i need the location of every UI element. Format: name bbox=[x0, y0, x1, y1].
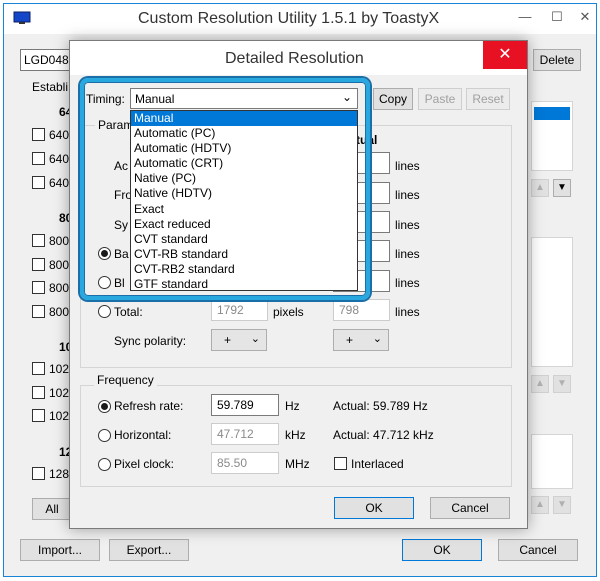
monitor-select-value: LGD048 bbox=[24, 53, 69, 67]
unit-label: lines bbox=[395, 159, 420, 173]
total-lines-field[interactable]: 798 bbox=[333, 299, 390, 321]
horizontal-radio[interactable] bbox=[98, 429, 111, 442]
checkbox[interactable] bbox=[32, 281, 45, 294]
import-button[interactable]: Import... bbox=[20, 539, 100, 561]
horizontal-field[interactable]: 47.712 bbox=[211, 423, 279, 445]
refresh-rate-field[interactable]: 59.789 bbox=[211, 394, 279, 416]
h-polarity-select[interactable]: + ⌄ bbox=[211, 329, 267, 351]
checkbox[interactable] bbox=[32, 234, 45, 247]
h-polarity-value: + bbox=[224, 333, 232, 347]
paste-button[interactable]: Paste bbox=[418, 88, 462, 110]
refresh-rate-radio[interactable] bbox=[98, 400, 111, 413]
pixel-clock-radio[interactable] bbox=[98, 458, 111, 471]
move-up-icon[interactable]: ▲ bbox=[531, 375, 549, 393]
main-cancel-button[interactable]: Cancel bbox=[498, 539, 578, 561]
close-icon[interactable]: ✕ bbox=[570, 4, 600, 30]
pixel-clock-unit: MHz bbox=[285, 457, 310, 471]
checkbox-label: 640 bbox=[49, 176, 70, 190]
maximize-icon[interactable]: ☐ bbox=[542, 4, 572, 30]
checkbox[interactable] bbox=[32, 258, 45, 271]
total-radio[interactable] bbox=[98, 305, 111, 318]
sync-polarity-label: Sync polarity: bbox=[114, 334, 187, 348]
total-lines-unit: lines bbox=[395, 305, 420, 319]
checkbox[interactable] bbox=[32, 386, 45, 399]
pixel-clock-label: Pixel clock: bbox=[114, 457, 175, 471]
refresh-rate-unit: Hz bbox=[285, 399, 300, 413]
selected-list-row[interactable] bbox=[534, 107, 570, 120]
all-button[interactable]: All bbox=[32, 498, 72, 520]
checkbox-label: 102 bbox=[49, 386, 70, 400]
move-down-icon[interactable]: ▼ bbox=[553, 496, 571, 514]
total-label: Total: bbox=[114, 305, 143, 319]
checkbox-label: 640 bbox=[49, 128, 70, 142]
resolution-list[interactable] bbox=[531, 101, 573, 171]
checkbox-label: 128 bbox=[49, 467, 70, 481]
checkbox-label: 102 bbox=[49, 409, 70, 423]
checkbox[interactable] bbox=[32, 128, 45, 141]
checkbox-label: 800 bbox=[49, 305, 70, 319]
total-pixels-unit: pixels bbox=[273, 305, 304, 319]
extension-list[interactable] bbox=[531, 237, 573, 367]
dialog-ok-button[interactable]: OK bbox=[334, 497, 414, 519]
copy-button[interactable]: Copy bbox=[373, 88, 413, 110]
established-label: Establi bbox=[32, 80, 69, 94]
pixel-clock-field[interactable]: 85.50 bbox=[211, 452, 279, 474]
horizontal-label: Horizontal: bbox=[114, 428, 172, 442]
move-down-icon[interactable]: ▼ bbox=[553, 375, 571, 393]
chevron-down-icon: ⌄ bbox=[250, 333, 260, 345]
dialog-cancel-button[interactable]: Cancel bbox=[430, 497, 510, 519]
dialog-titlebar: Detailed Resolution ✕ bbox=[70, 41, 527, 75]
unit-label: lines bbox=[395, 276, 420, 290]
move-up-icon[interactable]: ▲ bbox=[531, 496, 549, 514]
checkbox[interactable] bbox=[32, 362, 45, 375]
frequency-label: Frequency bbox=[94, 373, 157, 387]
v-polarity-select[interactable]: + ⌄ bbox=[333, 329, 389, 351]
horizontal-actual: Actual: 47.712 kHz bbox=[333, 428, 434, 442]
checkbox-label: 800 bbox=[49, 234, 70, 248]
app-title: Custom Resolution Utility 1.5.1 by Toast… bbox=[138, 10, 440, 27]
refresh-rate-label: Refresh rate: bbox=[114, 399, 184, 413]
monitor-select[interactable]: LGD048 bbox=[20, 49, 72, 71]
move-down-icon[interactable]: ▼ bbox=[553, 179, 571, 197]
v-polarity-value: + bbox=[346, 333, 354, 347]
checkbox-label: 800 bbox=[49, 258, 70, 272]
checkbox-label: 800 bbox=[49, 281, 70, 295]
interlaced-checkbox[interactable] bbox=[334, 457, 347, 470]
export-button[interactable]: Export... bbox=[109, 539, 189, 561]
horizontal-unit: kHz bbox=[285, 428, 306, 442]
checkbox[interactable] bbox=[32, 409, 45, 422]
unit-label: lines bbox=[395, 247, 420, 261]
app-icon bbox=[13, 11, 31, 25]
tv-list[interactable] bbox=[531, 434, 573, 489]
close-icon[interactable]: ✕ bbox=[483, 41, 527, 69]
main-ok-button[interactable]: OK bbox=[402, 539, 482, 561]
interlaced-label: Interlaced bbox=[351, 457, 404, 471]
refresh-rate-actual: Actual: 59.789 Hz bbox=[333, 399, 428, 413]
delete-button[interactable]: Delete bbox=[533, 49, 581, 71]
main-titlebar: Custom Resolution Utility 1.5.1 by Toast… bbox=[4, 4, 596, 34]
checkbox[interactable] bbox=[32, 152, 45, 165]
checkbox[interactable] bbox=[32, 467, 45, 480]
chevron-down-icon: ⌄ bbox=[372, 333, 382, 345]
dialog-title: Detailed Resolution bbox=[225, 50, 364, 67]
checkbox[interactable] bbox=[32, 176, 45, 189]
total-pixels-field[interactable]: 1792 bbox=[211, 299, 268, 321]
unit-label: lines bbox=[395, 188, 420, 202]
annotation-highlight-frame bbox=[80, 78, 370, 300]
minimize-icon[interactable]: — bbox=[510, 4, 540, 30]
reset-button[interactable]: Reset bbox=[466, 88, 510, 110]
checkbox-label: 640 bbox=[49, 152, 70, 166]
unit-label: lines bbox=[395, 218, 420, 232]
checkbox-label: 102 bbox=[49, 362, 70, 376]
move-up-icon[interactable]: ▲ bbox=[531, 179, 549, 197]
checkbox[interactable] bbox=[32, 305, 45, 318]
